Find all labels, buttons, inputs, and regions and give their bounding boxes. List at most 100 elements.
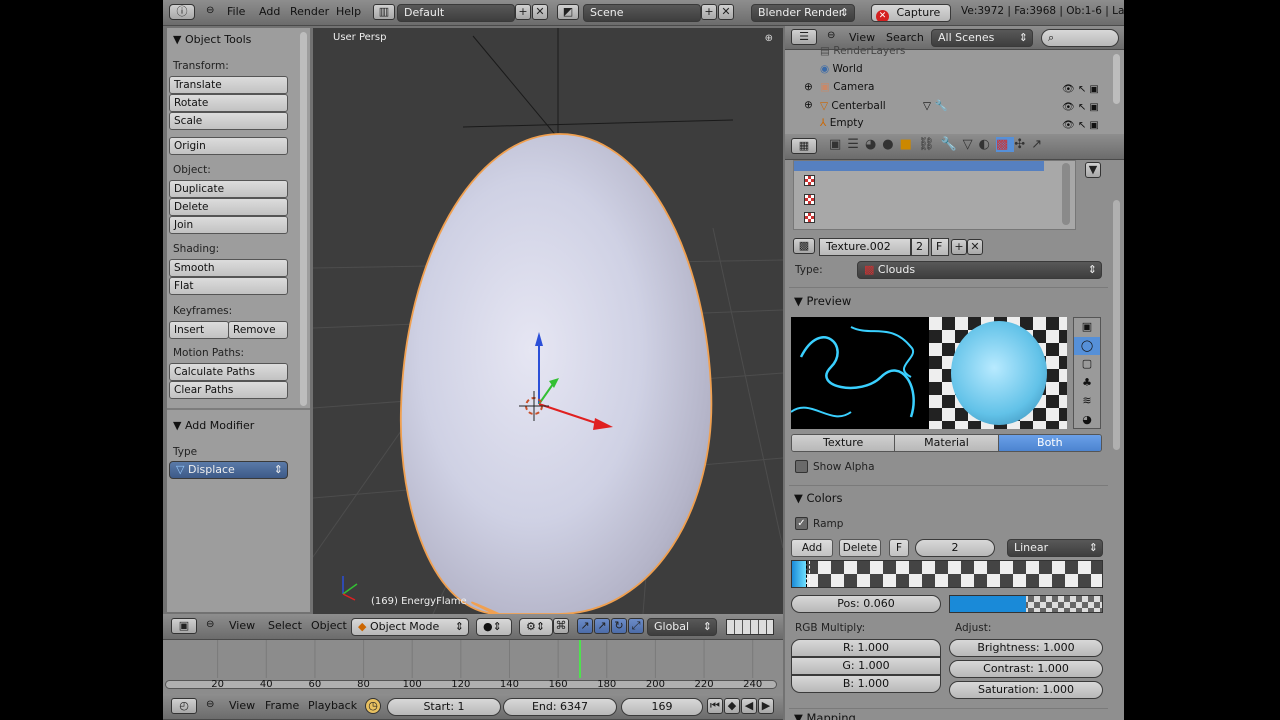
- preview-panel-header[interactable]: ▼ Preview: [794, 294, 851, 308]
- origin-button[interactable]: Origin: [169, 137, 288, 155]
- menu-view[interactable]: View: [229, 619, 255, 632]
- menu-render[interactable]: Render: [290, 5, 329, 18]
- selected-slot[interactable]: [794, 161, 1044, 171]
- tab-material[interactable]: Material: [895, 435, 999, 451]
- tool-shelf-scrollbar[interactable]: [300, 32, 307, 406]
- texture-name-field[interactable]: Texture.002: [819, 238, 911, 256]
- viewport-shading-select[interactable]: ●⇕: [476, 618, 512, 636]
- scene-icon[interactable]: ◩: [557, 4, 579, 20]
- screen-layout-field[interactable]: Default: [397, 4, 515, 22]
- editor-type-icon[interactable]: ☰: [791, 29, 817, 45]
- modifier-type-select[interactable]: ▽ Displace ⇕: [169, 461, 288, 479]
- ramp-stop[interactable]: [806, 561, 810, 587]
- menu-help[interactable]: Help: [336, 5, 361, 18]
- smooth-button[interactable]: Smooth: [169, 259, 288, 277]
- viewport-corner-icon[interactable]: ⊕: [765, 33, 773, 44]
- ramp-checkbox[interactable]: ✓: [795, 517, 808, 530]
- blue-field[interactable]: B: 1.000: [791, 675, 941, 693]
- jump-start-icon[interactable]: ⏮: [707, 698, 723, 714]
- editor-type-icon[interactable]: ▦: [791, 138, 817, 154]
- end-frame-field[interactable]: End: 6347: [503, 698, 617, 716]
- orientation-select[interactable]: Global ⇕: [647, 618, 717, 636]
- timeline[interactable]: 20 40 60 80 100 120 140 160 180 200 220 240: [163, 640, 783, 694]
- saturation-field[interactable]: Saturation: 1.000: [949, 681, 1103, 699]
- slot-list-scrollbar[interactable]: [1062, 163, 1070, 225]
- duplicate-button[interactable]: Duplicate: [169, 180, 288, 198]
- outliner-item-renderlayers[interactable]: ▤ RenderLayers: [820, 45, 905, 57]
- layers-tab-icon[interactable]: ☰: [847, 137, 865, 152]
- data-tab-icon[interactable]: ▽: [963, 137, 979, 152]
- editor-type-icon[interactable]: ◴: [171, 698, 197, 714]
- outliner-item-empty[interactable]: ⅄ Empty: [820, 117, 864, 129]
- flat-button[interactable]: Flat: [169, 277, 288, 295]
- play-icon[interactable]: ▶: [758, 698, 774, 714]
- texture-type-select[interactable]: ▩ Clouds ⇕: [857, 261, 1102, 279]
- outliner-search-input[interactable]: ⌕: [1041, 29, 1119, 47]
- render-tab-icon[interactable]: ▣: [829, 137, 847, 152]
- screen-layout-icon[interactable]: ▥: [373, 4, 395, 20]
- material-tab-icon[interactable]: ◐: [979, 137, 996, 152]
- physics-tab-icon[interactable]: ↗: [1031, 137, 1048, 152]
- collapse-menu-icon[interactable]: ⊖: [827, 30, 835, 41]
- add-modifier-header[interactable]: ▼ Add Modifier: [173, 419, 254, 432]
- join-button[interactable]: Join: [169, 216, 288, 234]
- green-field[interactable]: G: 1.000: [791, 657, 941, 675]
- contrast-field[interactable]: Contrast: 1.000: [949, 660, 1103, 678]
- menu-view[interactable]: View: [849, 31, 875, 44]
- menu-frame[interactable]: Frame: [265, 699, 299, 712]
- display-mode-select[interactable]: All Scenes ⇕: [931, 29, 1033, 47]
- add-scene-icon[interactable]: +: [701, 4, 717, 20]
- delete-layout-icon[interactable]: ✕: [532, 4, 548, 20]
- mapping-panel-header[interactable]: ▼ Mapping: [794, 711, 856, 720]
- 3d-viewport[interactable]: User Persp ⊕ (169) EnergyFlame: [313, 28, 783, 614]
- scale-manipulator-icon[interactable]: ⤢: [628, 618, 644, 634]
- colors-panel-header[interactable]: ▼ Colors: [794, 491, 843, 505]
- menu-add[interactable]: Add: [259, 5, 280, 18]
- outliner-item-world[interactable]: ◉ World: [820, 63, 863, 75]
- render-engine-select[interactable]: Blender Render ⇕: [751, 4, 855, 22]
- sphere-icon[interactable]: ◯: [1074, 336, 1100, 356]
- interpolation-select[interactable]: Linear ⇕: [1007, 539, 1103, 557]
- menu-select[interactable]: Select: [268, 619, 302, 632]
- editor-type-icon[interactable]: ▣: [171, 618, 197, 634]
- outliner-item-camera[interactable]: ⊕ ▣ Camera: [804, 81, 874, 93]
- layer-buttons[interactable]: [726, 619, 774, 635]
- constraints-tab-icon[interactable]: ⛓: [918, 137, 941, 152]
- show-alpha-checkbox[interactable]: [795, 460, 808, 473]
- capture-button[interactable]: ✕ Capture: [871, 4, 951, 22]
- texture-type-icon[interactable]: ▩: [793, 238, 815, 254]
- rotate-button[interactable]: Rotate: [169, 94, 288, 112]
- ramp-active-field[interactable]: 2: [915, 539, 995, 557]
- rotate-manipulator-icon[interactable]: ↻: [611, 618, 627, 634]
- remove-keyframe-button[interactable]: Remove: [228, 321, 288, 339]
- menu-playback[interactable]: Playback: [308, 699, 357, 712]
- unlink-texture-icon[interactable]: ✕: [967, 239, 983, 255]
- preview-range-icon[interactable]: ◷: [365, 698, 381, 714]
- texture-users-field[interactable]: 2: [911, 238, 929, 256]
- object-tools-header[interactable]: ▼ Object Tools: [173, 33, 251, 46]
- collapse-menu-icon[interactable]: ⊖: [206, 619, 214, 630]
- scene-field[interactable]: Scene: [583, 4, 701, 22]
- ramp-delete-button[interactable]: Delete: [839, 539, 881, 557]
- preview-shape-buttons[interactable]: ▣ ◯ ▢ ♣ ≋ ◕: [1073, 317, 1101, 429]
- delete-scene-icon[interactable]: ✕: [718, 4, 734, 20]
- texture-tab-icon[interactable]: ▩: [995, 137, 1015, 152]
- mode-select[interactable]: ◆ Object Mode ⇕: [351, 618, 469, 636]
- pivot-select[interactable]: ⚙⇕: [519, 618, 553, 636]
- menu-search[interactable]: Search: [886, 31, 924, 44]
- clear-paths-button[interactable]: Clear Paths: [169, 381, 288, 399]
- delete-button[interactable]: Delete: [169, 198, 288, 216]
- ramp-color-swatch[interactable]: [949, 595, 1103, 613]
- menu-object[interactable]: Object: [311, 619, 347, 632]
- visibility-icons[interactable]: 👁 ↖ ▣ 👁 ↖ ▣ 👁 ↖ ▣: [1062, 81, 1099, 135]
- menu-view[interactable]: View: [229, 699, 255, 712]
- collapse-menu-icon[interactable]: ⊖: [206, 699, 214, 710]
- brightness-field[interactable]: Brightness: 1.000: [949, 639, 1103, 657]
- object-tab-icon[interactable]: ■: [900, 137, 918, 152]
- translate-manipulator-icon[interactable]: ↗: [577, 618, 593, 634]
- add-layout-icon[interactable]: +: [515, 4, 531, 20]
- red-field[interactable]: R: 1.000: [791, 639, 941, 657]
- play-reverse-icon[interactable]: ◀: [741, 698, 757, 714]
- particles-tab-icon[interactable]: ✣: [1014, 137, 1031, 152]
- ramp-position-field[interactable]: Pos: 0.060: [791, 595, 941, 613]
